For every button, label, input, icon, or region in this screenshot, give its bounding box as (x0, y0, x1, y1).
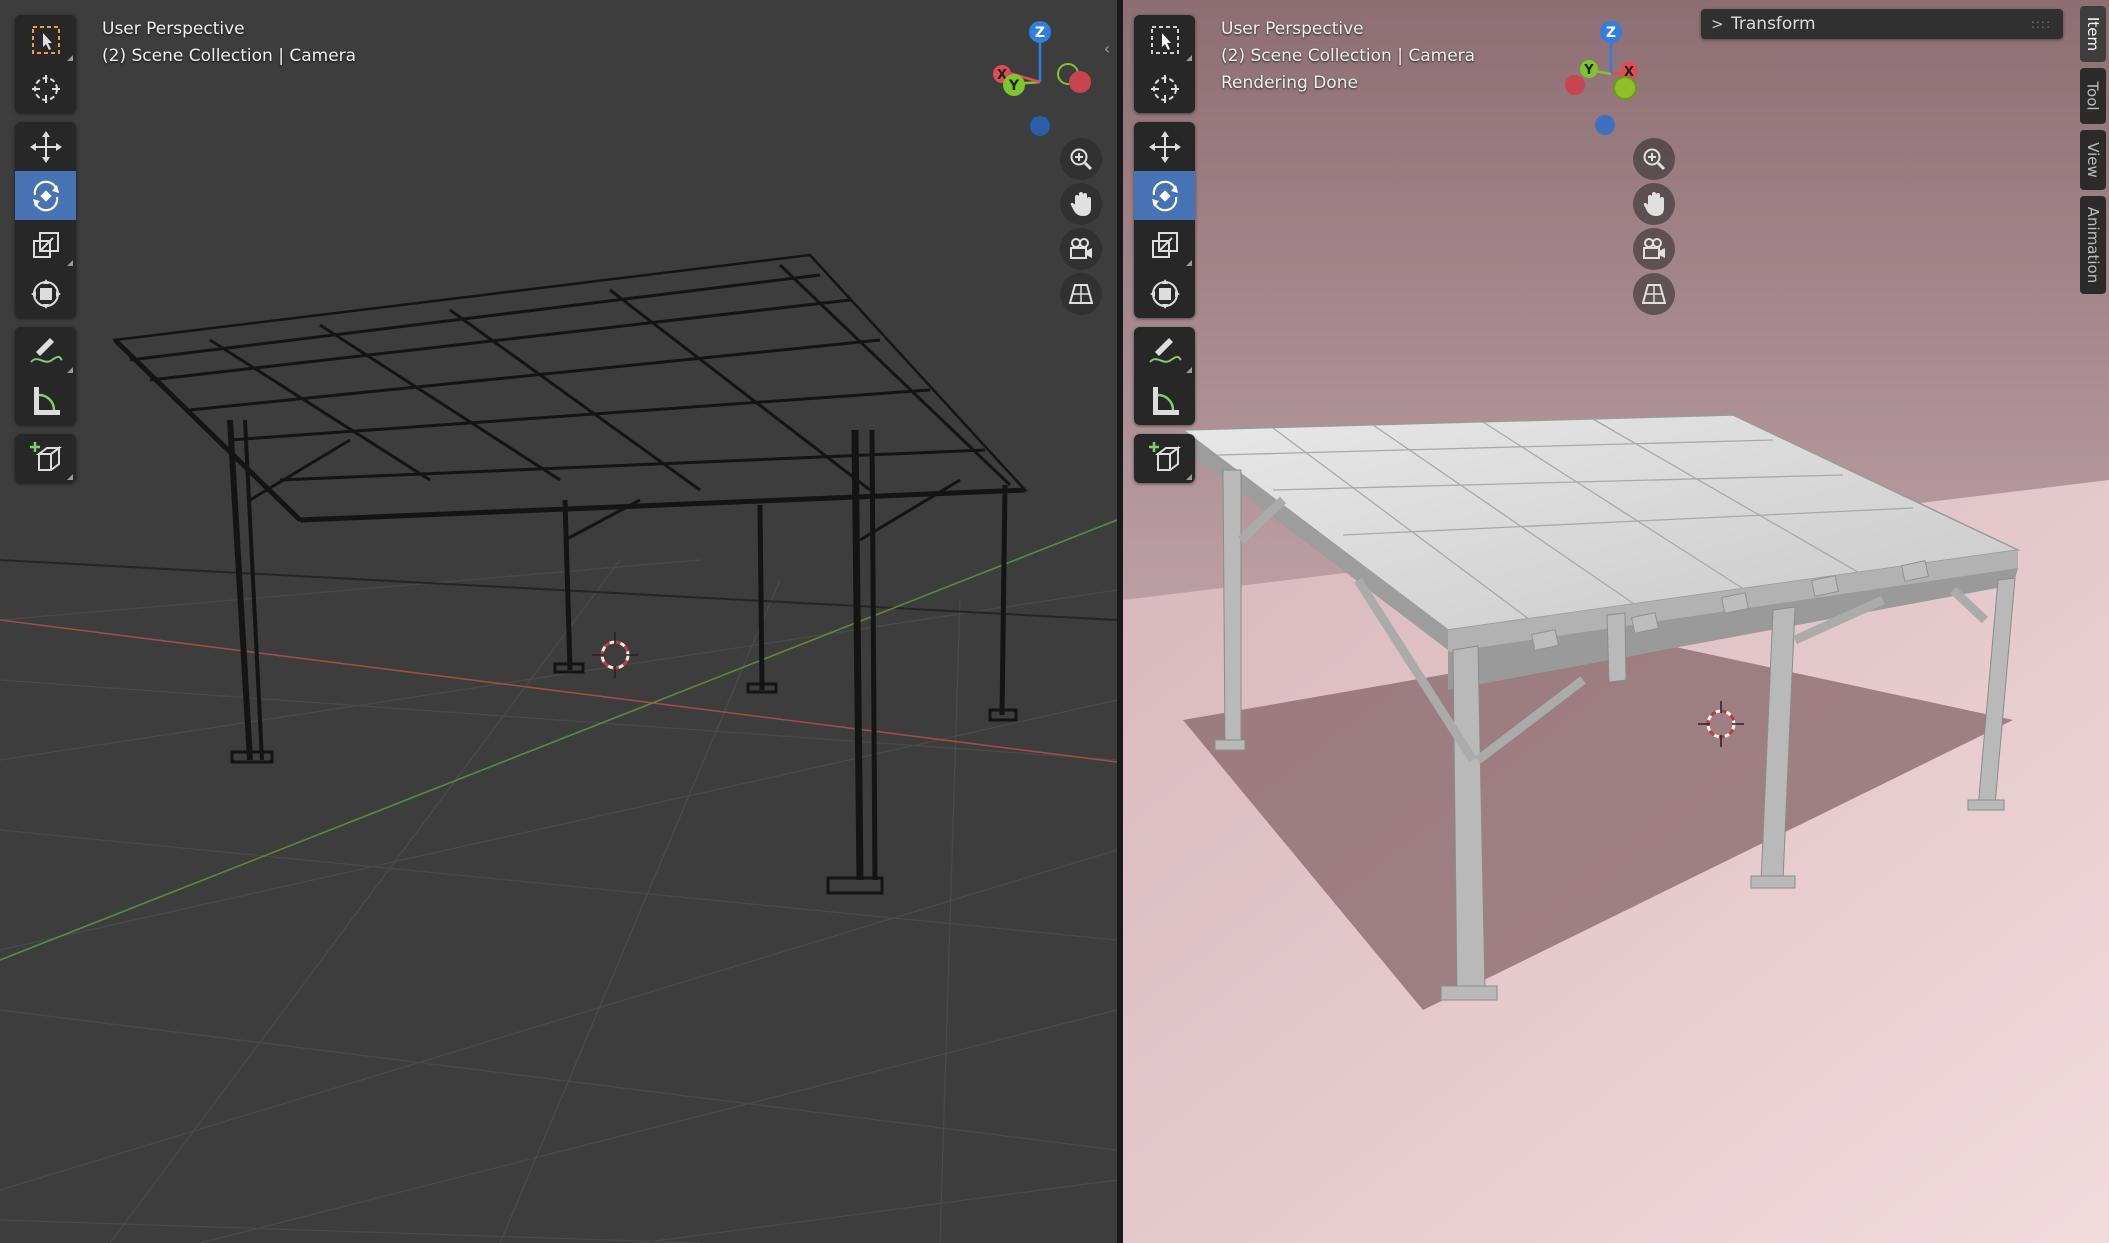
tool-shelf-right (1134, 15, 1195, 492)
rotate-icon (32, 180, 59, 211)
view-name: User Perspective (1221, 19, 1364, 39)
rotate-tool[interactable] (15, 171, 76, 220)
collapse-sidebar-arrow[interactable]: ‹ (1100, 36, 1114, 60)
tab-animation[interactable]: Animation (2080, 196, 2106, 294)
move-tool[interactable] (1134, 122, 1195, 171)
zoom-button[interactable] (1633, 138, 1675, 180)
add-cube-icon (1148, 441, 1181, 471)
tab-tool-label: Tool (2084, 81, 2103, 111)
viewport-info-right: User Perspective (2) Scene Collection | … (1221, 16, 1475, 97)
hand-pan-icon (1643, 192, 1664, 216)
drag-grip-icon[interactable]: :::: (2031, 17, 2051, 31)
annotate-tool[interactable] (1134, 327, 1195, 376)
z-axis-label: Z (1035, 25, 1045, 41)
camera-view-button[interactable] (1060, 228, 1102, 270)
neg-z-handle (1030, 116, 1050, 136)
chevron-right-icon: > (1711, 15, 1724, 33)
move-arrows-icon (29, 130, 62, 163)
tab-view[interactable]: View (2080, 130, 2106, 190)
navigation-gizmo-right[interactable]: Z Y X (1553, 14, 1663, 144)
floor-grid (0, 559, 1117, 1243)
camera-icon (1643, 238, 1665, 259)
grid-perspective-icon (1642, 284, 1666, 304)
pan-button[interactable] (1060, 183, 1102, 225)
collection-label: (2) Scene Collection | Camera (102, 46, 357, 66)
grid-perspective-icon (1069, 284, 1093, 304)
y-axis-label: Y (1008, 78, 1020, 94)
neg-x-handle (1565, 75, 1585, 95)
perspective-toggle-button[interactable] (1060, 273, 1102, 315)
move-tool[interactable] (15, 122, 76, 171)
tab-animation-label: Animation (2084, 206, 2103, 284)
y-axis-label: Y (1583, 63, 1594, 78)
nav-controls-right (1633, 138, 1675, 318)
rendered-scene (1123, 0, 2109, 1243)
transform-icon (1149, 278, 1180, 309)
select-cursor-icon (1150, 25, 1179, 54)
zoom-icon (1070, 148, 1093, 171)
cursor-icon (31, 74, 60, 103)
ruler-measure-icon (1152, 386, 1179, 415)
tab-view-label: View (2084, 142, 2103, 178)
hand-pan-icon (1070, 192, 1091, 216)
scale-tool[interactable] (1134, 220, 1195, 269)
camera-view-button[interactable] (1633, 228, 1675, 270)
render-status: Rendering Done (1221, 73, 1358, 93)
annotate-tool[interactable] (15, 327, 76, 376)
move-arrows-icon (1148, 130, 1181, 163)
tab-tool[interactable]: Tool (2080, 68, 2106, 124)
perspective-toggle-button[interactable] (1633, 273, 1675, 315)
pencil-annotate-icon (1148, 337, 1182, 363)
transform-tool[interactable] (1134, 269, 1195, 318)
cursor-tool[interactable] (1134, 64, 1195, 113)
rendered-viewport[interactable]: User Perspective (2) Scene Collection | … (1123, 0, 2109, 1243)
rotate-tool[interactable] (1134, 171, 1195, 220)
zoom-button[interactable] (1060, 138, 1102, 180)
scale-icon (1151, 231, 1178, 258)
view-name: User Perspective (102, 19, 245, 39)
select-box-tool[interactable] (15, 15, 76, 64)
add-cube-icon (29, 441, 62, 471)
carport-wireframe (112, 253, 1028, 895)
add-cube-tool[interactable] (15, 434, 76, 483)
3d-cursor-left (592, 632, 638, 678)
scale-icon (32, 231, 59, 258)
transform-icon (30, 278, 61, 309)
pan-button[interactable] (1633, 183, 1675, 225)
sidebar-tabs: Item Tool View Animation (2080, 6, 2106, 300)
cursor-tool[interactable] (15, 64, 76, 113)
neg-z-handle (1595, 115, 1615, 135)
neg-y-handle (1613, 76, 1637, 100)
collection-label: (2) Scene Collection | Camera (1221, 46, 1476, 66)
wireframe-viewport[interactable]: User Perspective (2) Scene Collection | … (0, 0, 1117, 1243)
tool-shelf (15, 15, 76, 492)
pencil-annotate-icon (29, 337, 63, 363)
wireframe-scene (0, 253, 1117, 1243)
viewport-info: User Perspective (2) Scene Collection | … (102, 16, 356, 70)
nav-controls (1060, 138, 1102, 318)
scale-tool[interactable] (15, 220, 76, 269)
cursor-icon (1150, 74, 1179, 103)
zoom-icon (1643, 148, 1666, 171)
measure-tool[interactable] (1134, 376, 1195, 425)
add-cube-tool[interactable] (1134, 434, 1195, 483)
neg-x-handle (1069, 71, 1091, 93)
measure-tool[interactable] (15, 376, 76, 425)
z-axis-label: Z (1606, 25, 1616, 41)
tab-item[interactable]: Item (2080, 6, 2106, 62)
transform-panel-header[interactable]: > Transform :::: (1701, 9, 2063, 39)
tab-item-label: Item (2084, 16, 2102, 52)
camera-icon (1070, 238, 1092, 259)
transform-panel-title: Transform (1731, 14, 1816, 34)
select-box-icon (31, 25, 60, 54)
navigation-gizmo[interactable]: Z X Y (984, 14, 1100, 146)
ruler-measure-icon (33, 386, 60, 415)
transform-tool[interactable] (15, 269, 76, 318)
select-tool[interactable] (1134, 15, 1195, 64)
rotate-icon (1151, 180, 1178, 211)
